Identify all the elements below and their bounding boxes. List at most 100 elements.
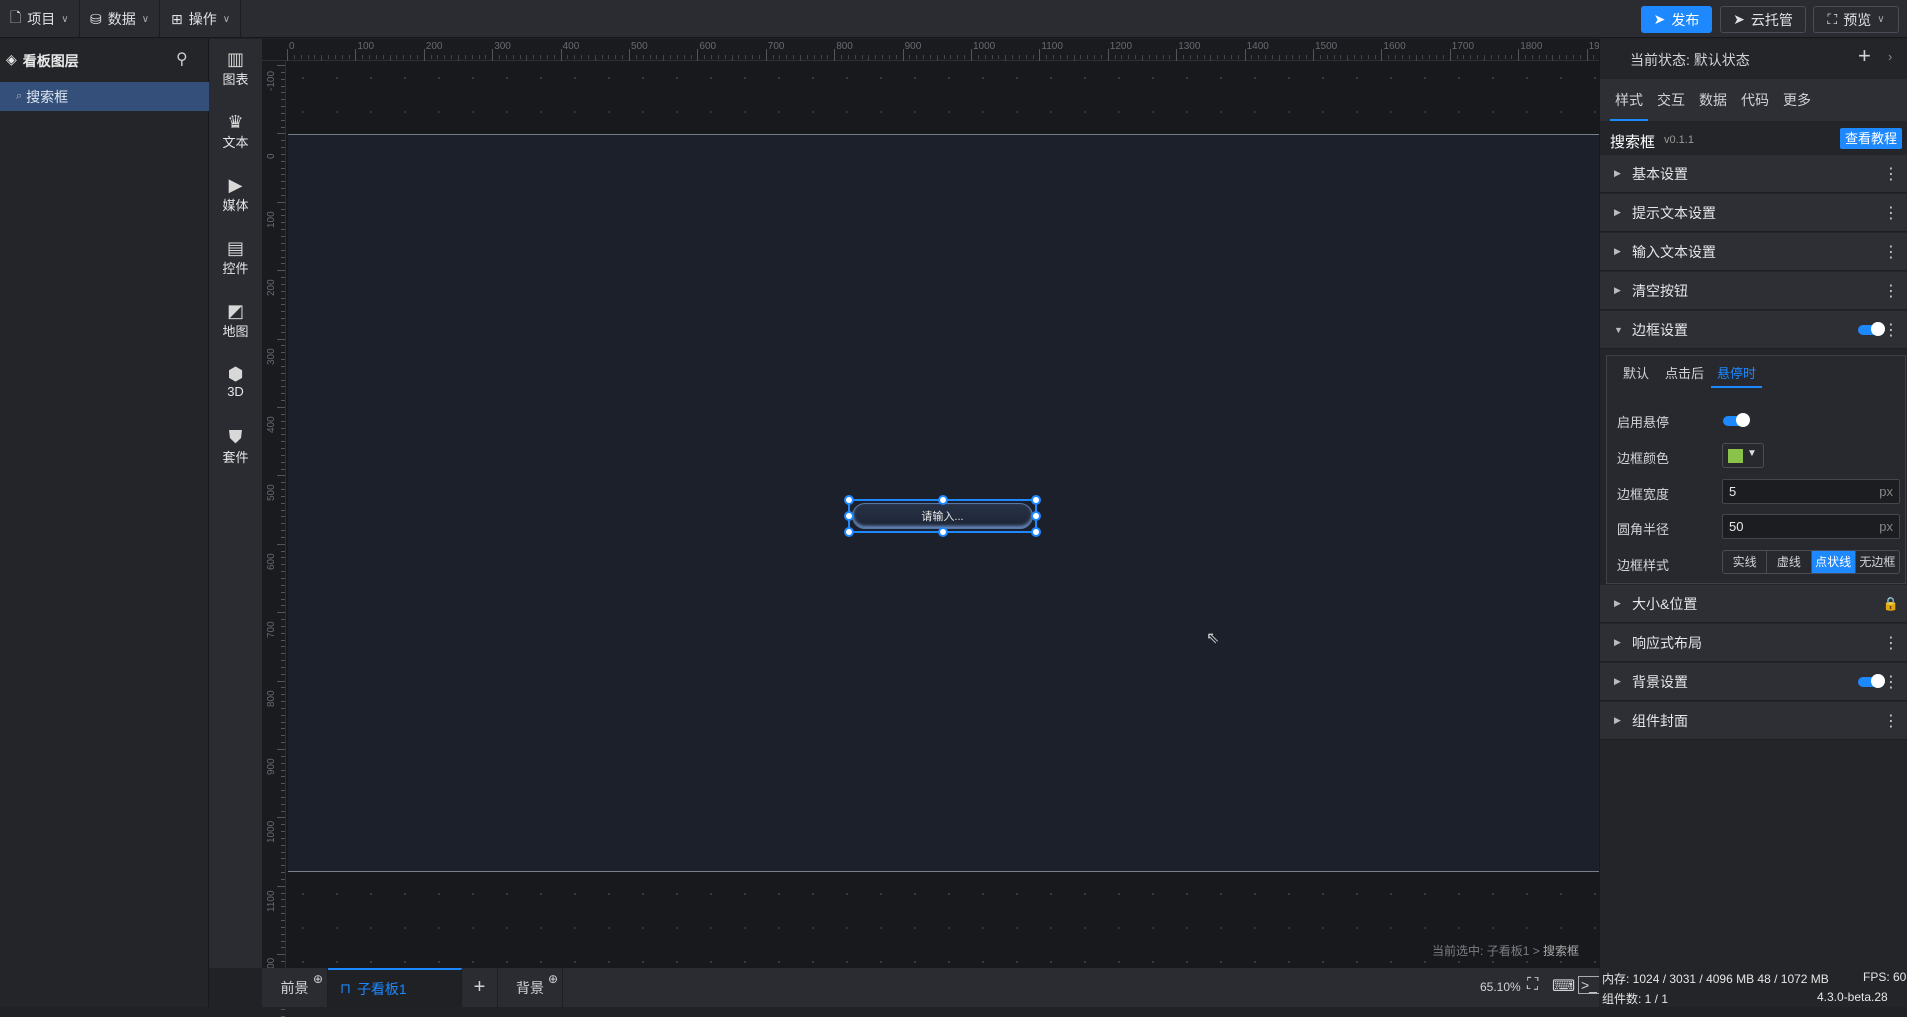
add-state-button[interactable]: +: [1858, 43, 1871, 69]
publish-button[interactable]: ➤ 发布: [1641, 6, 1712, 33]
subtab-0[interactable]: 默认: [1617, 362, 1655, 388]
tab-sub-board-1[interactable]: ⊓ 子看板1: [328, 968, 462, 1007]
tab-0[interactable]: 样式: [1610, 79, 1648, 121]
layer-item-search-box[interactable]: ⌕ 搜索框: [0, 82, 209, 111]
ruler-tick: [1012, 55, 1014, 59]
section-sections_top-4[interactable]: ▼ 边框设置 ⋮: [1600, 311, 1907, 349]
grid-icon: ⊞: [171, 10, 183, 27]
keyboard-icon[interactable]: ⌨: [1552, 976, 1575, 996]
sidebar-item-0[interactable]: ▥ 图表: [209, 49, 262, 88]
sidebar-item-6[interactable]: ⛊ 套件: [209, 427, 262, 466]
ruler-tick: [281, 714, 285, 716]
subtab-1[interactable]: 点击后: [1659, 362, 1710, 388]
section-sections_top-1[interactable]: ▶ 提示文本设置 ⋮: [1600, 194, 1907, 232]
ruler-tick: [281, 865, 285, 867]
resize-handle[interactable]: [938, 495, 948, 505]
ruler-tick: [281, 687, 285, 689]
sidebar-item-label: 套件: [222, 450, 249, 465]
tab-4[interactable]: 更多: [1778, 79, 1816, 121]
subtab-2[interactable]: 悬停时: [1711, 362, 1763, 388]
menu-project[interactable]: 🗋 项目 ∨: [0, 0, 80, 38]
border-width-input[interactable]: 5 px: [1722, 479, 1900, 504]
ruler-tick: [1545, 55, 1547, 59]
tab-3[interactable]: 代码: [1736, 79, 1774, 121]
more-icon[interactable]: ⋮: [1883, 633, 1899, 653]
border-style-1[interactable]: 虚线: [1767, 551, 1812, 573]
ruler-tick: [1511, 55, 1513, 59]
more-icon[interactable]: ⋮: [1883, 320, 1899, 340]
ruler-tick: [587, 55, 589, 59]
terminal-icon[interactable]: >_: [1578, 976, 1600, 994]
border-style-0[interactable]: 实线: [1723, 551, 1768, 573]
ruler-tick: [281, 920, 285, 921]
border-color-picker[interactable]: ▼: [1722, 443, 1764, 468]
sidebar-item-1[interactable]: ♛ 文本: [209, 112, 262, 151]
ruler-tick: [281, 701, 285, 703]
tab-foreground[interactable]: 前景 ⊕: [262, 968, 328, 1007]
tab-background[interactable]: 背景 ⊕: [498, 968, 563, 1007]
more-icon[interactable]: ⋮: [1883, 242, 1899, 262]
view-tutorial-button[interactable]: 查看教程: [1840, 128, 1902, 149]
ruler-tick: [923, 55, 925, 59]
ruler-tick: [485, 55, 487, 59]
border-radius-input[interactable]: 50 px: [1722, 514, 1900, 539]
section-sections_top-2[interactable]: ▶ 输入文本设置 ⋮: [1600, 233, 1907, 271]
ruler-tick: [281, 434, 285, 436]
ruler-tick: [281, 646, 285, 648]
chevron-right-icon[interactable]: ›: [1888, 49, 1892, 64]
cloud-host-button[interactable]: ➤ 云托管: [1720, 6, 1806, 33]
section-sections_top-3[interactable]: ▶ 清空按钮 ⋮: [1600, 272, 1907, 310]
section-sections_bottom-3[interactable]: ▶ 组件封面 ⋮: [1600, 702, 1907, 740]
sidebar-item-5[interactable]: ⬢ 3D: [209, 364, 262, 399]
zoom-level[interactable]: 65.10%: [1480, 980, 1521, 994]
more-icon[interactable]: ⋮: [1883, 711, 1899, 731]
more-icon[interactable]: ⋮: [1883, 203, 1899, 223]
ruler-tick: [281, 673, 285, 675]
search-icon[interactable]: ⚲: [176, 49, 188, 69]
ruler-tick: [649, 55, 651, 59]
section-toggle[interactable]: [1858, 674, 1885, 688]
preview-button[interactable]: ⛶ 预览 ∨: [1813, 6, 1899, 33]
ruler-tick: [281, 427, 285, 429]
resize-handle[interactable]: [1031, 527, 1041, 537]
resize-handle[interactable]: [1031, 511, 1041, 521]
resize-handle[interactable]: [1031, 495, 1041, 505]
ruler-tick: [281, 625, 285, 627]
ruler-tick: [1148, 55, 1150, 59]
section-sections_top-0[interactable]: ▶ 基本设置 ⋮: [1600, 155, 1907, 193]
fit-screen-icon[interactable]: ⛶: [1527, 976, 1538, 994]
ruler-tick: [1593, 55, 1595, 59]
add-board-button[interactable]: +: [462, 968, 498, 1007]
sidebar-item-3[interactable]: ▤ 控件: [209, 238, 262, 277]
section-toggle[interactable]: [1858, 322, 1885, 336]
enable-hover-toggle[interactable]: [1723, 413, 1750, 427]
menu-operate[interactable]: ⊞ 操作 ∨: [161, 0, 242, 38]
sidebar-item-4[interactable]: ◩ 地图: [209, 301, 262, 340]
lock-icon[interactable]: 🔒: [1883, 596, 1899, 612]
menu-data[interactable]: ⛁ 数据 ∨: [80, 0, 161, 38]
ruler-tick: [281, 578, 285, 579]
section-sections_bottom-0[interactable]: ▶ 大小&位置 🔒: [1600, 585, 1907, 623]
search-input[interactable]: 请输入...: [852, 503, 1033, 529]
more-icon[interactable]: ⋮: [1883, 164, 1899, 184]
tab-2[interactable]: 数据: [1694, 79, 1732, 121]
tab-1[interactable]: 交互: [1652, 79, 1690, 121]
sidebar-item-2[interactable]: ▶ 媒体: [209, 175, 262, 214]
resize-handle[interactable]: [844, 511, 854, 521]
more-icon[interactable]: ⋮: [1883, 281, 1899, 301]
add-circle-icon[interactable]: ⊕: [548, 972, 558, 986]
ruler-tick: [834, 49, 836, 61]
add-circle-icon[interactable]: ⊕: [313, 972, 323, 986]
resize-handle[interactable]: [844, 527, 854, 537]
resize-handle[interactable]: [844, 495, 854, 505]
border-style-2[interactable]: 点状线: [1811, 551, 1856, 573]
ruler-tick: [615, 55, 617, 59]
more-icon[interactable]: ⋮: [1883, 672, 1899, 692]
section-sections_bottom-2[interactable]: ▶ 背景设置 ⋮: [1600, 663, 1907, 701]
ruler-tick: [943, 55, 945, 59]
section-sections_bottom-1[interactable]: ▶ 响应式布局 ⋮: [1600, 624, 1907, 662]
selected-search-box[interactable]: 请输入...: [844, 495, 1041, 537]
border-style-3[interactable]: 无边框: [1856, 551, 1899, 573]
resize-handle[interactable]: [938, 527, 948, 537]
ruler-tick: [314, 55, 316, 59]
